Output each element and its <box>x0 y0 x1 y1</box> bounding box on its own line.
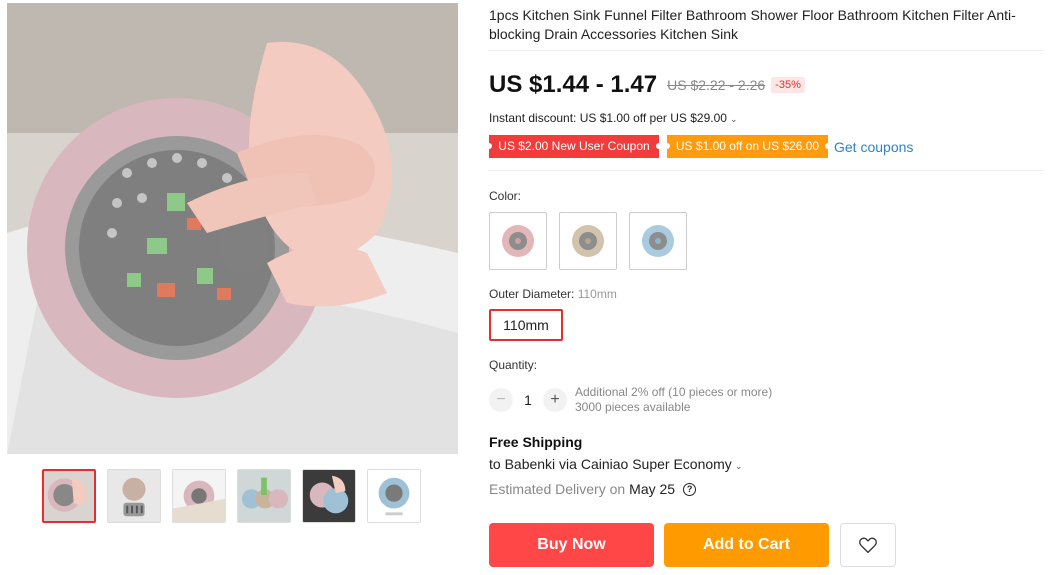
coupon-row: US $2.00 New User Coupon US $1.00 off on… <box>486 135 913 158</box>
estimated-delivery-label: Estimated Delivery on <box>489 481 626 497</box>
quantity-note: Additional 2% off (10 pieces or more) 30… <box>575 385 772 415</box>
blue-strainer-icon <box>642 225 674 257</box>
purchase-actions: Buy Now Add to Cart <box>489 523 896 567</box>
heart-icon <box>859 537 877 554</box>
discount-badge: -35% <box>771 77 805 93</box>
new-user-coupon[interactable]: US $2.00 New User Coupon <box>486 135 662 158</box>
product-title: 1pcs Kitchen Sink Funnel Filter Bathroom… <box>489 7 1016 42</box>
diameter-label-text: Outer Diameter: <box>489 287 575 301</box>
diameter-selected-value: 110mm <box>577 287 617 301</box>
color-option-beige[interactable] <box>559 212 617 270</box>
bulk-discount-note: Additional 2% off (10 pieces or more) <box>575 385 773 399</box>
thumbnail-5[interactable] <box>302 469 356 523</box>
store-coupon[interactable]: US $1.00 off on US $26.00 <box>664 135 831 158</box>
diameter-label: Outer Diameter: 110mm <box>489 287 617 301</box>
shipping-title: Free Shipping <box>489 434 583 450</box>
quantity-stepper: − + Additional 2% off (10 pieces or more… <box>489 385 772 415</box>
price-row: US $1.44 - 1.47 US $2.22 - 2.26 -35% <box>489 71 805 99</box>
help-icon[interactable]: ? <box>683 482 697 496</box>
original-price: US $2.22 - 2.26 <box>667 77 766 93</box>
stock-available: 3000 pieces available <box>575 400 691 414</box>
wishlist-button[interactable] <box>840 523 896 567</box>
divider <box>489 170 1044 171</box>
get-coupons-link[interactable]: Get coupons <box>834 139 913 155</box>
color-option-pink[interactable] <box>489 212 547 270</box>
color-label: Color: <box>489 189 522 203</box>
color-options <box>489 212 687 270</box>
thumbnail-strip <box>42 469 421 523</box>
color-option-blue[interactable] <box>629 212 687 270</box>
current-price: US $1.44 - 1.47 <box>489 71 658 98</box>
quantity-input[interactable] <box>513 392 543 408</box>
increase-quantity-button[interactable]: + <box>543 388 567 412</box>
thumbnail-4[interactable] <box>237 469 291 523</box>
instant-discount[interactable]: Instant discount: US $1.00 off per US $2… <box>489 111 737 125</box>
thumbnail-1[interactable] <box>42 469 96 523</box>
decrease-quantity-button[interactable]: − <box>489 388 513 412</box>
beige-strainer-icon <box>572 225 604 257</box>
chevron-down-icon: ⌄ <box>729 114 738 124</box>
quantity-label: Quantity: <box>489 358 538 372</box>
delivery-date: May 25 <box>629 481 676 497</box>
instant-discount-text: Instant discount: US $1.00 off per US $2… <box>489 111 727 125</box>
shipping-destination: to Babenki via Cainiao Super Economy <box>489 456 732 472</box>
diameter-option-110mm[interactable]: 110mm <box>489 309 563 341</box>
chevron-down-icon: ⌄ <box>734 461 743 471</box>
thumbnail-2[interactable] <box>107 469 161 523</box>
shipping-method-selector[interactable]: to Babenki via Cainiao Super Economy ⌄ <box>489 456 742 472</box>
estimated-delivery: Estimated Delivery on May 25 ? <box>489 481 697 497</box>
buy-now-button[interactable]: Buy Now <box>489 523 654 567</box>
thumbnail-6[interactable] <box>367 469 421 523</box>
product-main-image[interactable] <box>7 3 458 454</box>
pink-strainer-icon <box>502 225 534 257</box>
divider <box>489 50 1044 51</box>
add-to-cart-button[interactable]: Add to Cart <box>664 523 829 567</box>
thumbnail-3[interactable] <box>172 469 226 523</box>
